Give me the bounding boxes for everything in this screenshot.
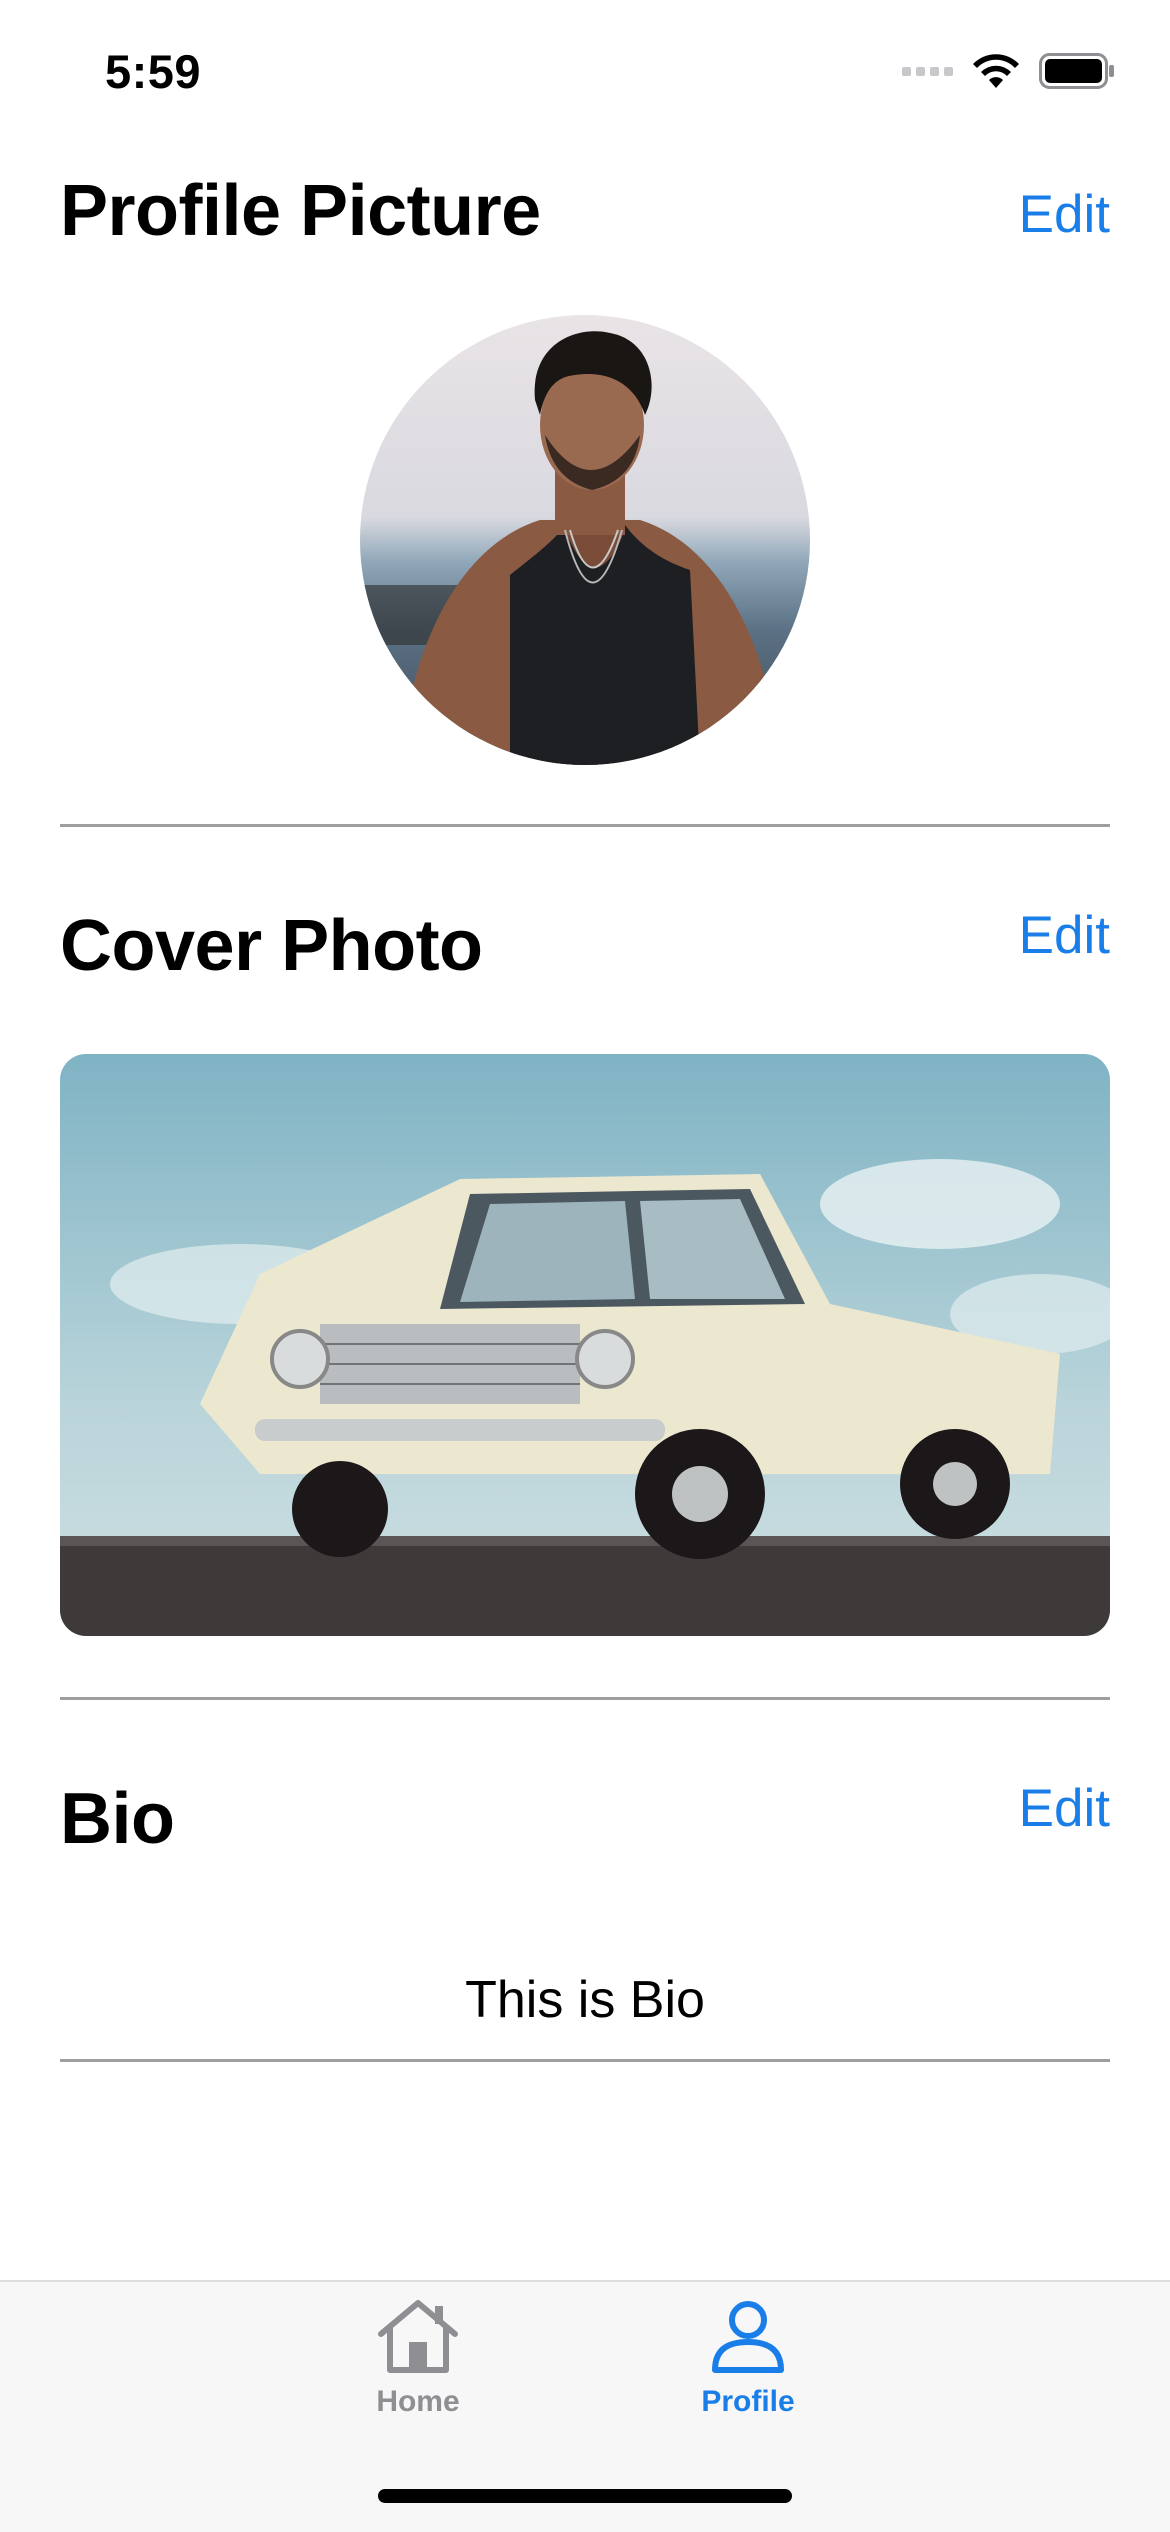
bio-text: This is Bio (465, 1971, 705, 2029)
home-indicator (378, 2489, 792, 2503)
cover-photo-title: Cover Photo (60, 906, 483, 986)
section-divider (60, 824, 1110, 827)
edit-profile-picture-button[interactable]: Edit (1019, 184, 1110, 245)
section-divider (60, 2059, 1110, 2062)
profile-edit-screen: 5:59 Profile Picture Edit Cover Photo Ed… (0, 0, 1170, 2532)
section-divider (60, 1697, 1110, 1700)
person-icon (712, 2301, 784, 2373)
cover-photo-header: Cover Photo Edit (60, 905, 1110, 995)
bio-title: Bio (60, 1779, 175, 1859)
tab-home[interactable]: Home (318, 2298, 518, 2438)
cover-photo-image (60, 1054, 1110, 1636)
house-icon (378, 2300, 458, 2373)
bio-header: Bio Edit (60, 1778, 1110, 1868)
battery-icon (1039, 53, 1114, 89)
status-time: 5:59 (105, 45, 202, 98)
status-icons (902, 52, 1115, 90)
cellular-signal-icon (902, 66, 953, 76)
wifi-icon (973, 54, 1019, 88)
tab-profile[interactable]: Profile (648, 2298, 848, 2438)
status-bar: 5:59 (0, 0, 1170, 150)
profile-picture-image (360, 315, 810, 765)
profile-picture-title: Profile Picture (60, 171, 541, 251)
tab-home-label: Home (376, 2385, 460, 2418)
edit-cover-photo-button[interactable]: Edit (1019, 905, 1110, 966)
edit-bio-button[interactable]: Edit (1019, 1778, 1110, 1839)
tab-profile-label: Profile (701, 2385, 795, 2418)
profile-picture-header: Profile Picture Edit (60, 170, 1110, 260)
